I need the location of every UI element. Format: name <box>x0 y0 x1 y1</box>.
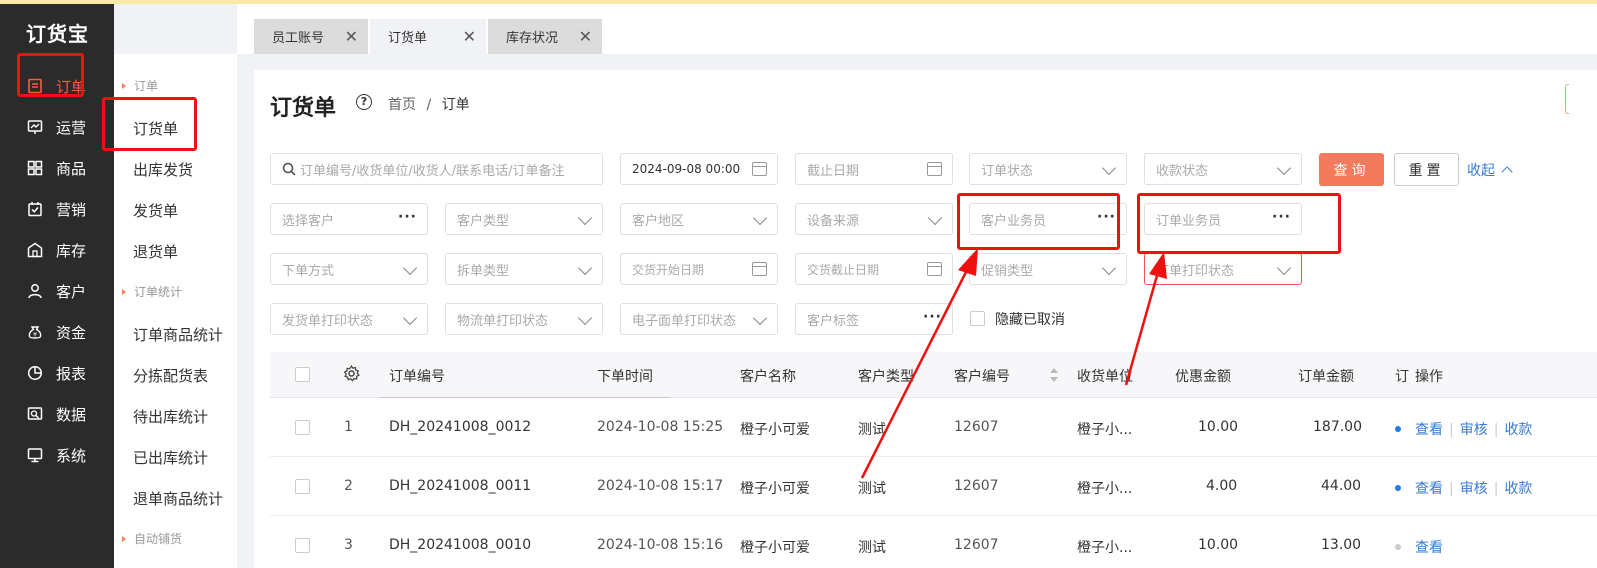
arrow-line <box>1124 271 1160 386</box>
arrow-head <box>958 248 978 276</box>
arrow-line <box>860 267 970 479</box>
annotation-arrows <box>860 248 1167 479</box>
arrow-head <box>1149 252 1167 279</box>
